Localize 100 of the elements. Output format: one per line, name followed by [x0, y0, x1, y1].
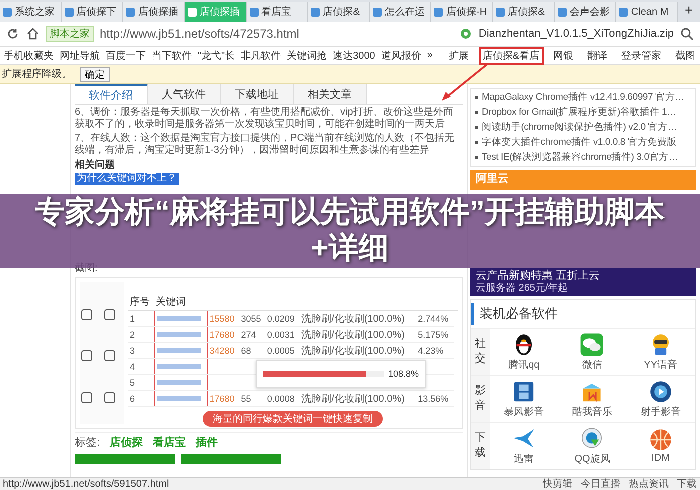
clip-tool-button[interactable]: 快剪辑	[543, 477, 573, 490]
ad-banner[interactable]: 云产品新购特惠 五折上云 云服务器 265元/年起	[470, 268, 696, 296]
content-tab[interactable]: 相关文章	[294, 84, 367, 104]
table-cell: 5.175%	[416, 326, 454, 342]
content-tab[interactable]: 软件介绍	[75, 84, 148, 104]
app-link[interactable]: 腾讯qq	[508, 358, 540, 372]
bookmark-link[interactable]: 当下软件	[152, 48, 192, 62]
browser-tab[interactable]: 店侦探&	[493, 2, 555, 22]
extension-button[interactable]: 扩展	[444, 46, 473, 64]
browser-tab[interactable]: 会声会影	[554, 2, 616, 22]
table-cell: 17680	[207, 390, 240, 406]
content-tab[interactable]: 人气软件	[148, 84, 221, 104]
browser-tab[interactable]: 店侦探-H	[431, 2, 494, 22]
article-link[interactable]: 阅读助手(chrome阅读保护色插件) v2.0 官方…	[482, 121, 678, 134]
table-cell: 274	[239, 326, 266, 342]
app-link[interactable]: 暴风影音	[504, 404, 544, 418]
table-cell: 0.0209	[265, 310, 300, 326]
table-cell: 洗脸刷/化妆刷(100.0%)	[300, 342, 416, 358]
table-cell: 68	[239, 342, 266, 358]
app-link[interactable]: 迅雷	[514, 452, 534, 466]
tag-link[interactable]: 插件	[196, 435, 218, 450]
table-cell: 4.23%	[416, 342, 454, 358]
copy-keywords-button[interactable]: 海量的同行爆款关键词一键快速复制	[203, 411, 383, 427]
confirm-button[interactable]: 确定	[80, 66, 110, 82]
app-link[interactable]: YY语音	[644, 358, 678, 372]
bookmark-link[interactable]: 道风报价	[381, 48, 422, 62]
tag-link[interactable]: 看店宝	[153, 435, 186, 450]
browser-tab[interactable]: Clean M	[616, 2, 678, 22]
extension-button[interactable]: 翻译	[584, 46, 612, 64]
content-tab[interactable]: 下载地址	[221, 84, 294, 104]
bookmark-link[interactable]: "龙弋"长	[198, 48, 236, 62]
download-filename[interactable]: Dianzhentan_V1.0.1.5_XiTongZhiJia.zip	[478, 28, 674, 40]
table-cell: 3055	[239, 310, 266, 326]
table-cell: 17680	[207, 326, 240, 342]
bookmark-link[interactable]: 网址导航	[60, 48, 100, 62]
tag-link[interactable]: 店侦探	[110, 435, 144, 450]
app-link[interactable]: IDM	[652, 453, 670, 464]
table-cell: 洗脸刷/化妆刷(100.0%)	[300, 310, 416, 326]
ad-headline: 云产品新购特惠 五折上云	[476, 270, 602, 282]
ad-subtitle: 云服务器 265元/年起	[476, 282, 570, 294]
paragraph: 7、在线人数：这个数据是淘宝官方接口提供的，PC端当前在线浏览的人数（不包括无线端，有滞后，淘宝定时更新1-3分钟），因滞留时间原因和生意参谋的有些差异	[75, 133, 456, 157]
table-cell: 13.56%	[416, 390, 454, 406]
browser-tab[interactable]: 怎么在运	[370, 2, 432, 22]
bookmark-link[interactable]: 百度一下	[106, 48, 146, 62]
table-cell: 洗脸刷/化妆刷(100.0%)	[300, 390, 416, 406]
browser-tab[interactable]: 店侦探&	[308, 2, 370, 22]
extension-button[interactable]: 截图	[672, 46, 700, 64]
table-cell: 55	[239, 390, 266, 406]
table-cell: 2.744%	[416, 310, 454, 326]
toolbar-button[interactable]: 今日直播	[581, 477, 621, 490]
address-field[interactable]: 脚本之家 http://www.jb51.net/softs/472573.html	[46, 25, 453, 43]
app-link[interactable]: 射手影音	[640, 404, 681, 418]
info-message: 扩展程序降级。	[2, 68, 72, 81]
bookmark-link[interactable]: 非凡软件	[241, 48, 282, 62]
share-value: 108.8%	[388, 369, 419, 379]
browser-tab[interactable]: 看店宝	[246, 2, 308, 22]
more-bookmarks-button[interactable]: »	[427, 50, 433, 61]
article-link[interactable]: MapaGalaxy Chrome插件 v12.41.9.60997 官方…	[482, 91, 684, 104]
app-link[interactable]: QQ旋风	[574, 452, 610, 466]
extension-button[interactable]: 网银	[550, 46, 578, 64]
bookmark-link[interactable]: 速达3000	[333, 48, 376, 62]
article-link[interactable]: 字体变大插件chrome插件 v1.0.0.8 官方免费版	[482, 136, 677, 149]
table-cell: 0.0005	[265, 342, 300, 358]
category-label: 下载	[471, 423, 490, 469]
section-heading: 相关问题	[75, 160, 116, 172]
extension-button[interactable]: 店侦探&看店	[478, 46, 544, 64]
highlighted-question: 为什么关键词对不上？	[75, 173, 179, 185]
column-header: 序号	[128, 294, 154, 310]
column-header: 关键词	[154, 294, 208, 310]
app-link[interactable]: 微信	[582, 358, 602, 372]
bookmark-link[interactable]: 关键词抢	[287, 48, 328, 62]
table-cell: 6	[128, 390, 154, 406]
toolbar-button[interactable]: 下载	[677, 477, 697, 490]
paragraph: 6、调价：服务器是每天抓取一次价格，有些使用搭配减价、vip打折、改价这些是外面获取不了的，收录时间是服务器第一次发现该宝贝时间，可能在创建时间的一两天后	[75, 107, 454, 131]
app-link[interactable]: 酷我音乐	[572, 404, 612, 418]
article-link[interactable]: Dropbox for Gmail(扩展程序更新)谷歌插件 1…	[482, 106, 676, 119]
table-cell: 1	[128, 310, 154, 326]
bookmark-link[interactable]: 手机收藏夹	[4, 48, 54, 62]
table-cell: 0.0031	[265, 326, 300, 342]
brand-logo: 阿里云	[476, 173, 510, 186]
new-tab-button[interactable]: +	[678, 2, 700, 22]
table-cell: 3	[128, 342, 154, 358]
toolbar-button[interactable]: 热点资讯	[629, 477, 669, 490]
table-cell: 5	[128, 374, 154, 390]
status-url: http://www.jb51.net/softs/591507.html	[3, 478, 170, 490]
browser-tab[interactable]: 店侦探下	[62, 2, 124, 22]
table-cell: 15580	[207, 310, 240, 326]
table-cell: 0.0008	[265, 390, 300, 406]
url-text: http://www.jb51.net/softs/472573.html	[100, 27, 300, 41]
category-label: 社交	[471, 329, 490, 375]
site-badge: 脚本之家	[46, 26, 94, 42]
browser-tab[interactable]: 系统之家	[0, 2, 62, 22]
article-link[interactable]: Test IE(解决浏览器兼容chrome插件) 3.0官方…	[482, 151, 678, 164]
table-cell: 34280	[207, 342, 240, 358]
browser-tab[interactable]: 店侦探插	[123, 2, 185, 22]
banner-title: 专家分析“麻将挂可以先试用软件”开挂辅助脚本+详细	[34, 195, 666, 265]
tags-label: 标签:	[75, 436, 100, 450]
category-label: 影音	[471, 376, 490, 422]
table-cell: 洗脸刷/化妆刷(100.0%)	[300, 326, 416, 342]
extension-button[interactable]: 登录管家	[618, 46, 666, 64]
